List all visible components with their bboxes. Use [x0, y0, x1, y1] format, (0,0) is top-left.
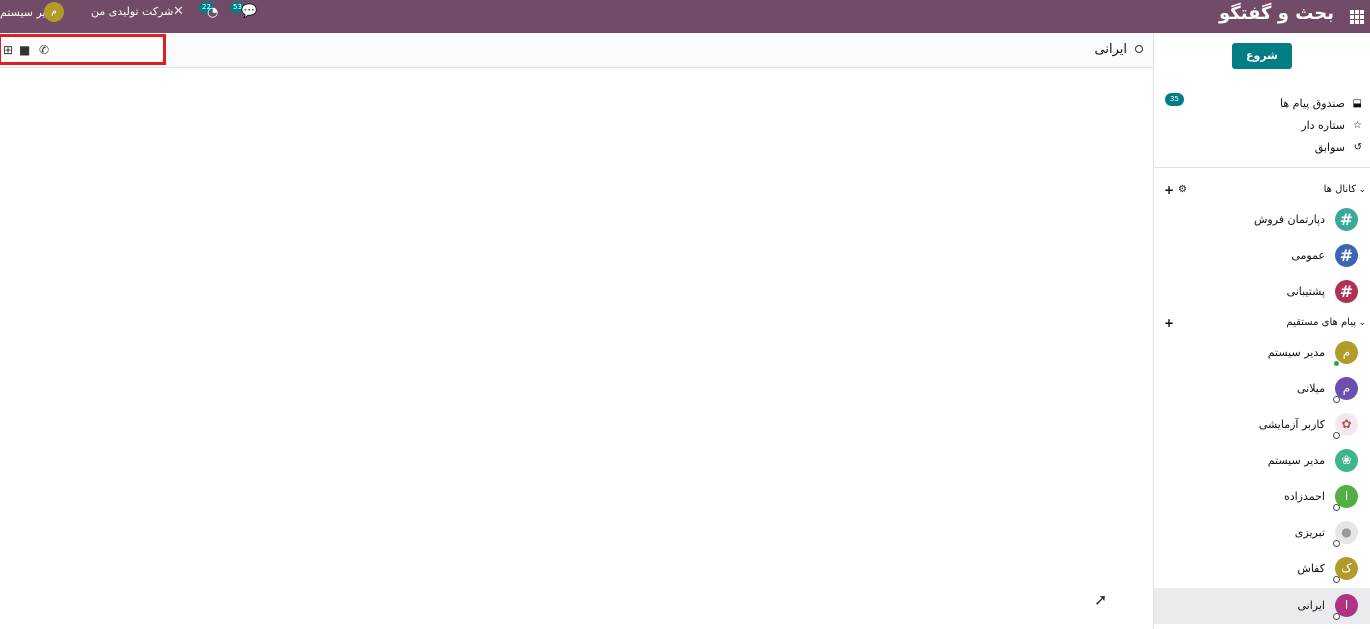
app-title[interactable]: بحث و گفتگو	[1219, 3, 1334, 24]
channel-avatar: #	[1335, 244, 1358, 267]
start-meeting-button[interactable]: شروع جلسه	[1232, 43, 1292, 88]
sidebar-item-dm[interactable]: ک کفاش	[1154, 551, 1370, 587]
debug-tools-icon[interactable]: ✕	[173, 4, 184, 19]
offline-status-icon	[1333, 432, 1340, 439]
channel-label: پشتیبانی	[1286, 285, 1325, 298]
add-channel-icon[interactable]: +	[1164, 183, 1174, 197]
offline-status-icon	[1333, 504, 1340, 511]
mailbox-history[interactable]: ↺ سوابق	[1154, 139, 1370, 159]
mailbox-label: سوابق	[1314, 141, 1345, 154]
apps-menu-icon[interactable]	[1350, 10, 1364, 24]
mailbox-label: ستاره دار	[1301, 119, 1345, 132]
dm-label: کفاش	[1297, 562, 1325, 575]
direct-messages-category[interactable]: ⌄ پیام های مستقیم +	[1154, 316, 1370, 334]
channels-category[interactable]: ⌄ کانال ها ⚙ +	[1154, 183, 1370, 201]
chat-bubbles-icon[interactable]: 💬	[241, 4, 257, 19]
dm-label: مدیر سیستم	[1267, 346, 1325, 359]
channel-label: عمومی	[1291, 249, 1325, 262]
mailbox-inbox[interactable]: ⬓ صندوق پیام ها 35	[1154, 93, 1370, 115]
sidebar-item-dm[interactable]: م مدیر سیستم	[1154, 335, 1370, 371]
sidebar-item-dm[interactable]: م میلانی	[1154, 371, 1370, 407]
star-icon: ☆	[1353, 120, 1362, 131]
sidebar-item-dm[interactable]: ا احمدزاده	[1154, 479, 1370, 515]
discuss-sidebar: شروع جلسه ⬓ صندوق پیام ها 35 ☆ ستاره دار…	[1153, 33, 1370, 629]
dm-label: احمدزاده	[1283, 490, 1325, 503]
dm-label: ایرانی	[1297, 599, 1325, 612]
sidebar-divider	[1154, 167, 1370, 168]
activity-clock-icon[interactable]: ◔	[207, 5, 218, 20]
mailbox-starred[interactable]: ☆ ستاره دار	[1154, 117, 1370, 137]
top-navbar: بحث و گفتگو مدیر سیستم م شرکت تولیدی من …	[0, 0, 1370, 33]
offline-status-icon	[1333, 540, 1340, 547]
offline-status-icon	[1333, 613, 1340, 620]
add-users-icon[interactable]: ⊞	[3, 43, 13, 57]
sidebar-item-channel[interactable]: # عمومی	[1154, 238, 1370, 274]
sidebar-item-channel[interactable]: # پشتیبانی	[1154, 274, 1370, 310]
sidebar-item-dm[interactable]: ● تبریزی	[1154, 515, 1370, 551]
avatar: ❀	[1335, 449, 1358, 472]
thread-actions-highlight: ⊞ ■ ✆	[0, 34, 166, 65]
chevron-down-icon[interactable]: ⌄	[1358, 185, 1366, 195]
sidebar-item-channel[interactable]: # دپارتمان فروش	[1154, 202, 1370, 238]
dm-label: میلانی	[1296, 382, 1325, 395]
company-switcher[interactable]: شرکت تولیدی من	[91, 5, 173, 18]
channel-avatar: #	[1335, 280, 1358, 303]
mailbox-label: صندوق پیام ها	[1280, 97, 1345, 110]
online-status-icon	[1333, 360, 1340, 367]
gear-icon[interactable]: ⚙	[1178, 184, 1187, 195]
chevron-down-icon[interactable]: ⌄	[1358, 318, 1366, 328]
category-label: پیام های مستقیم	[1286, 317, 1356, 328]
sidebar-item-dm[interactable]: ✿ کاربر آزمایشی	[1154, 407, 1370, 443]
channel-avatar: #	[1335, 208, 1358, 231]
dm-label: مدیر سیستم	[1267, 454, 1325, 467]
history-icon: ↺	[1353, 142, 1362, 153]
sidebar-item-dm-active[interactable]: ا ایرانی	[1154, 588, 1370, 624]
inbox-count-badge: 35	[1165, 93, 1184, 106]
dm-label: کاربر آزمایشی	[1258, 418, 1325, 431]
offline-status-icon	[1333, 396, 1340, 403]
mouse-cursor-icon: ➚	[1094, 590, 1108, 609]
dm-label: تبریزی	[1294, 526, 1325, 539]
video-call-icon[interactable]: ■	[19, 43, 30, 57]
status-offline-icon	[1135, 45, 1143, 53]
offline-status-icon	[1333, 576, 1340, 583]
sidebar-item-dm[interactable]: ❀ مدیر سیستم	[1154, 443, 1370, 479]
inbox-icon: ⬓	[1352, 98, 1362, 109]
channel-label: دپارتمان فروش	[1253, 213, 1325, 226]
thread-title: ایرانی	[1094, 42, 1127, 57]
user-avatar[interactable]: م	[44, 2, 64, 22]
phone-call-icon[interactable]: ✆	[39, 43, 49, 57]
thread-header: ایرانی ⊞ ■ ✆	[0, 33, 1153, 68]
add-chat-icon[interactable]: +	[1164, 316, 1174, 330]
category-label: کانال ها	[1323, 184, 1356, 195]
